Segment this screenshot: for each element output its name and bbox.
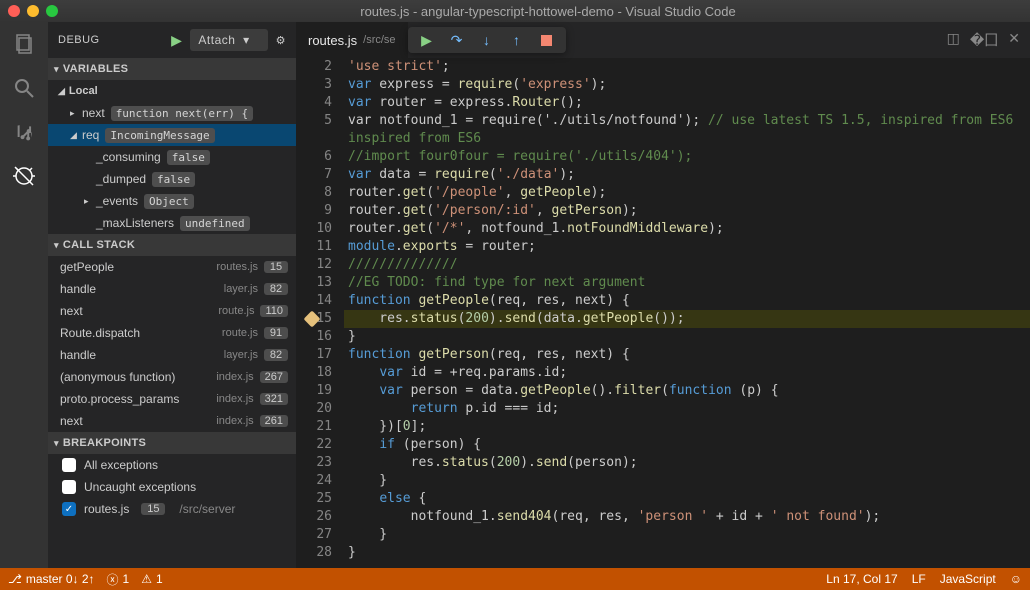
callstack-section-header[interactable]: ▾CALL STACK (48, 234, 296, 256)
line-gutter: 2345678910111213141516171819202122232425… (296, 58, 344, 568)
editor-actions: ◫ �囗 ✕ (947, 30, 1030, 50)
start-debug-button[interactable]: ▶ (171, 32, 182, 49)
git-branch[interactable]: ⎇ master 0↓ 2↑ (8, 572, 95, 586)
var-_events[interactable]: ▸_eventsObject (48, 190, 296, 212)
debug-header: DEBUG ▶ Attach ▾ ⚙ (48, 22, 296, 58)
tab-bar: routes.js /src/se ▶ ↷ ↓ ↑ ◫ �囗 ✕ (296, 22, 1030, 58)
more-icon[interactable]: �囗 (970, 30, 998, 50)
stack-frame[interactable]: (anonymous function)index.js267 (48, 366, 296, 388)
scope-local[interactable]: ◢Local (48, 80, 296, 102)
var-_maxListeners[interactable]: _maxListenersundefined (48, 212, 296, 234)
debug-sidebar: DEBUG ▶ Attach ▾ ⚙ ▾VARIABLES ◢Local ▸ne… (48, 22, 296, 568)
stop-button[interactable] (538, 31, 556, 49)
variables-section-header[interactable]: ▾VARIABLES (48, 58, 296, 80)
continue-button[interactable]: ▶ (418, 31, 436, 49)
status-bar: ⎇ master 0↓ 2↑ ⓧ 1 ⚠ 1 Ln 17, Col 17 LF … (0, 568, 1030, 590)
search-icon[interactable] (10, 74, 38, 102)
debug-toolbar: ▶ ↷ ↓ ↑ (408, 27, 566, 53)
window-controls (8, 5, 58, 17)
split-editor-icon[interactable]: ◫ (947, 30, 960, 50)
code-content[interactable]: 'use strict';var express = require('expr… (344, 58, 1030, 568)
var-_dumped[interactable]: _dumpedfalse (48, 168, 296, 190)
stack-frame[interactable]: handlelayer.js82 (48, 278, 296, 300)
bp-uncaught-exceptions[interactable]: Uncaught exceptions (48, 476, 296, 498)
window-title: routes.js - angular-typescript-hottowel-… (74, 4, 1022, 19)
bp-all-exceptions[interactable]: All exceptions (48, 454, 296, 476)
step-into-button[interactable]: ↓ (478, 31, 496, 49)
stack-frame[interactable]: nextroute.js110 (48, 300, 296, 322)
bp-file[interactable]: ✓routes.js15/src/server (48, 498, 296, 520)
var-next[interactable]: ▸nextfunction next(err) { (48, 102, 296, 124)
editor-area: routes.js /src/se ▶ ↷ ↓ ↑ ◫ �囗 ✕ 2345678… (296, 22, 1030, 568)
var-req[interactable]: ◢reqIncomingMessage (48, 124, 296, 146)
checkbox-icon[interactable] (62, 480, 76, 494)
close-window[interactable] (8, 5, 20, 17)
explorer-icon[interactable] (10, 30, 38, 58)
warnings-count[interactable]: ⚠ 1 (141, 572, 162, 586)
minimize-window[interactable] (27, 5, 39, 17)
step-out-button[interactable]: ↑ (508, 31, 526, 49)
close-editor-icon[interactable]: ✕ (1008, 30, 1020, 50)
titlebar: routes.js - angular-typescript-hottowel-… (0, 0, 1030, 22)
activity-bar (0, 22, 48, 568)
step-over-button[interactable]: ↷ (448, 31, 466, 49)
tab-routes[interactable]: routes.js /src/se (296, 22, 408, 58)
eol-indicator[interactable]: LF (912, 572, 926, 586)
cursor-position[interactable]: Ln 17, Col 17 (826, 572, 897, 586)
checkbox-icon[interactable] (62, 458, 76, 472)
breakpoints-section-header[interactable]: ▾BREAKPOINTS (48, 432, 296, 454)
bp-path: /src/server (179, 502, 235, 516)
var-_consuming[interactable]: _consumingfalse (48, 146, 296, 168)
language-mode[interactable]: JavaScript (940, 572, 996, 586)
git-icon[interactable] (10, 118, 38, 146)
maximize-window[interactable] (46, 5, 58, 17)
debug-settings-icon[interactable]: ⚙ (276, 34, 286, 47)
stack-frame[interactable]: handlelayer.js82 (48, 344, 296, 366)
bp-line-badge: 15 (141, 503, 165, 515)
feedback-icon[interactable]: ☺ (1010, 572, 1022, 586)
debug-config-select[interactable]: Attach ▾ (190, 29, 267, 51)
stack-frame[interactable]: proto.process_paramsindex.js321 (48, 388, 296, 410)
debug-title: DEBUG (58, 34, 100, 46)
stack-frame[interactable]: Route.dispatchroute.js91 (48, 322, 296, 344)
stack-frame[interactable]: nextindex.js261 (48, 410, 296, 432)
errors-count[interactable]: ⓧ 1 (107, 571, 130, 588)
debug-icon[interactable] (10, 162, 38, 190)
code-editor[interactable]: 2345678910111213141516171819202122232425… (296, 58, 1030, 568)
stack-frame[interactable]: getPeopleroutes.js15 (48, 256, 296, 278)
checkbox-icon[interactable]: ✓ (62, 502, 76, 516)
